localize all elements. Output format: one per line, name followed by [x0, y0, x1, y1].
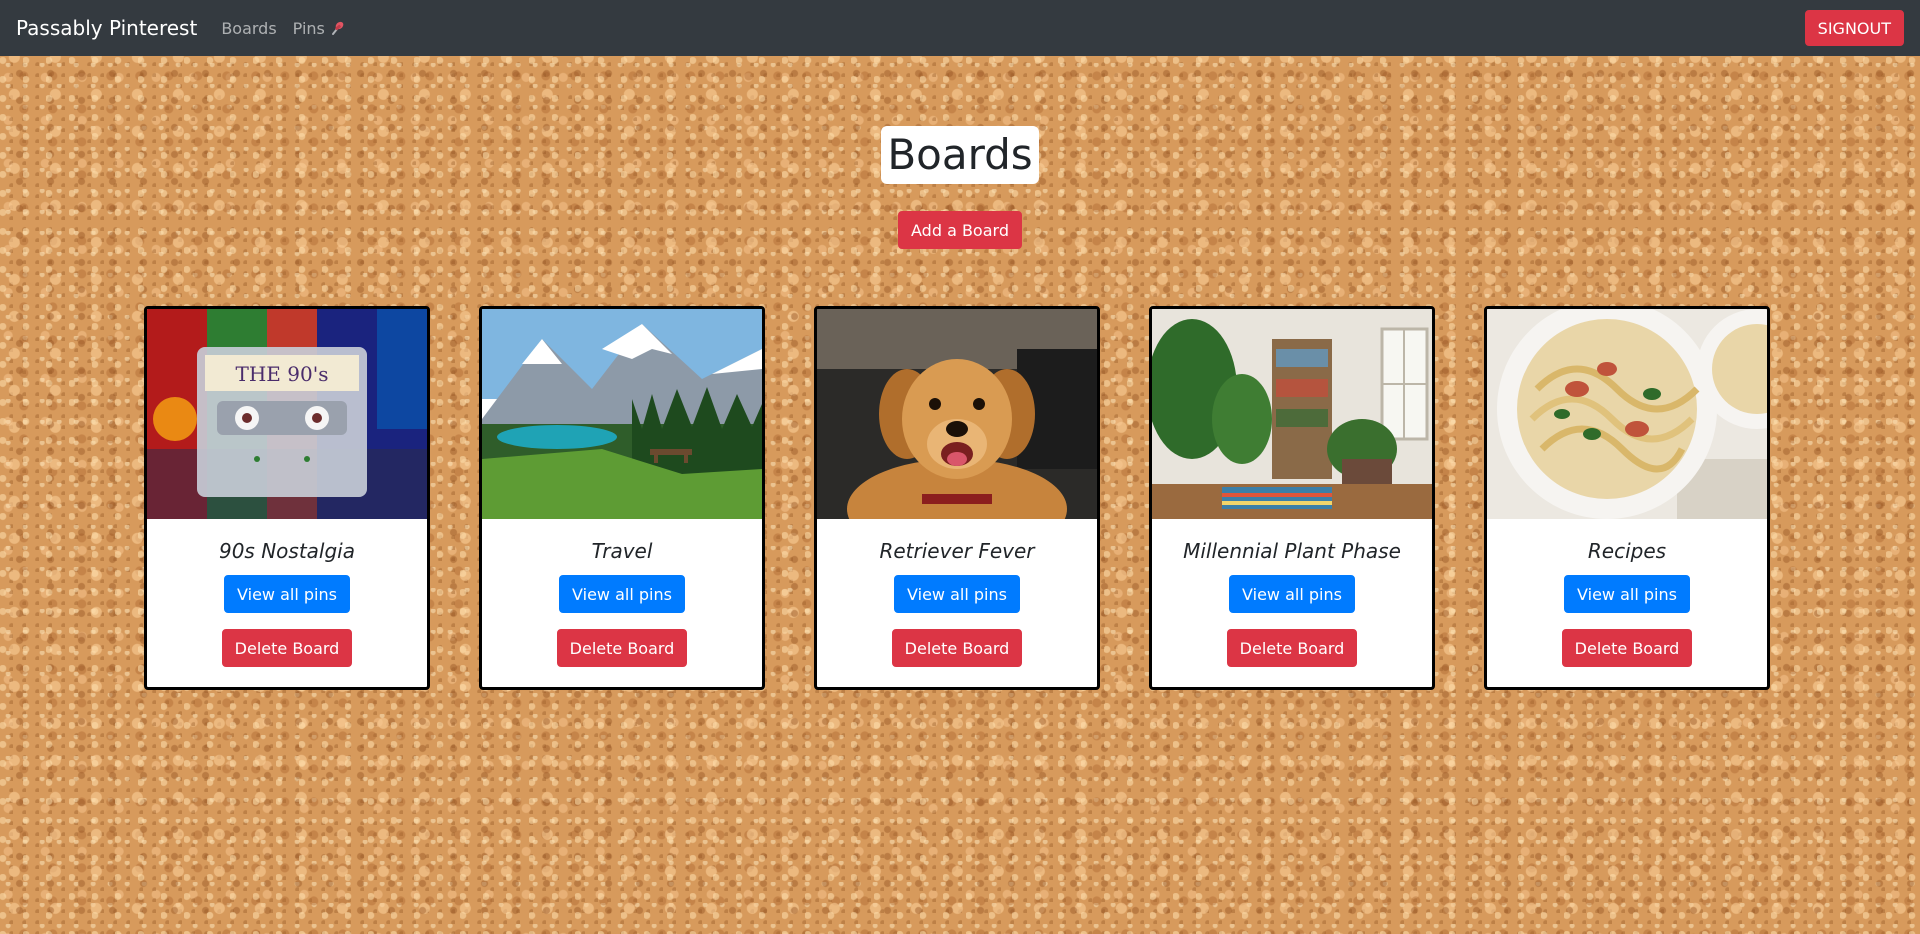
add-board-wrap: Add a Board [0, 211, 1920, 249]
pasta-bowl-photo [1487, 309, 1767, 519]
golden-retriever-photo [817, 309, 1097, 519]
page-title-wrap: Boards [0, 126, 1920, 184]
delete-board-button[interactable]: Delete Board [1561, 629, 1693, 667]
board-title: Millennial Plant Phase [1183, 539, 1401, 563]
board-title: Retriever Fever [879, 539, 1035, 563]
delete-board-button[interactable]: Delete Board [891, 629, 1023, 667]
board-card: THE 90's 90s Nostalgia View all pins Del… [144, 306, 430, 690]
top-navbar: Passably Pinterest Boards Pins SIGNOUT [0, 0, 1920, 56]
nav-link-pins[interactable]: Pins [293, 19, 345, 38]
nav-link-pins-label: Pins [292, 18, 325, 38]
pushpin-icon [329, 19, 345, 37]
view-all-pins-button[interactable]: View all pins [894, 575, 1020, 613]
cassette-tape-photo: THE 90's [147, 309, 427, 519]
board-card: Recipes View all pins Delete Board [1484, 306, 1770, 690]
delete-board-button[interactable]: Delete Board [1226, 629, 1358, 667]
signout-button[interactable]: SIGNOUT [1804, 10, 1904, 46]
brand-logo-text[interactable]: Passably Pinterest [16, 16, 197, 40]
delete-board-button[interactable]: Delete Board [221, 629, 353, 667]
view-all-pins-button[interactable]: View all pins [1229, 575, 1355, 613]
board-card: Millennial Plant Phase View all pins Del… [1149, 306, 1435, 690]
view-all-pins-button[interactable]: View all pins [1564, 575, 1690, 613]
board-card: Travel View all pins Delete Board [479, 306, 765, 690]
view-all-pins-button[interactable]: View all pins [559, 575, 685, 613]
board-title: Travel [591, 539, 653, 563]
board-title: Recipes [1587, 539, 1667, 563]
board-card: Retriever Fever View all pins Delete Boa… [814, 306, 1100, 690]
page-title: Boards [881, 126, 1039, 184]
view-all-pins-button[interactable]: View all pins [224, 575, 350, 613]
nav-link-boards[interactable]: Boards [221, 19, 276, 38]
nav-link-boards-label: Boards [221, 18, 277, 38]
houseplants-room-photo [1152, 309, 1432, 519]
boards-grid: THE 90's 90s Nostalgia View all pins Del… [144, 306, 1770, 690]
mountain-lake-photo [482, 309, 762, 519]
board-title: 90s Nostalgia [218, 539, 355, 563]
svg-text:THE 90's: THE 90's [236, 362, 329, 386]
add-board-button[interactable]: Add a Board [898, 211, 1022, 249]
delete-board-button[interactable]: Delete Board [556, 629, 688, 667]
